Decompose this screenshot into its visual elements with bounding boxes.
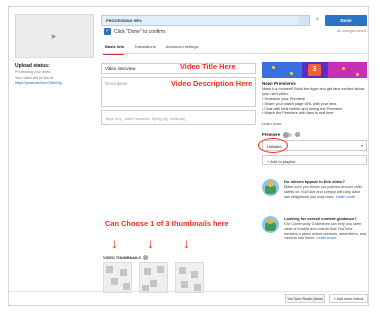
tab-advanced-settings[interactable]: Advanced settings (166, 42, 209, 54)
learn-more-link[interactable]: Learn more (317, 236, 336, 240)
add-to-playlist-button[interactable]: + Add to playlist (262, 155, 367, 165)
premiere-label: Premiere (262, 132, 280, 137)
annotation-description: Video Description Here (171, 79, 253, 88)
processing-status: PROCESSING 95% (106, 18, 142, 23)
saved-status: All changes saved. (336, 29, 367, 33)
thumbnail-option-2[interactable] (139, 262, 168, 293)
tab-translations[interactable]: Translations (134, 42, 166, 54)
banner-dot (356, 73, 359, 76)
premieres-title: New! Premieres (262, 81, 296, 86)
arrow-down-icon: ↓ (111, 235, 118, 251)
thumbnail-option-3[interactable] (175, 262, 204, 293)
annotation-title: Video Title Here (180, 62, 236, 71)
annotation-circle (258, 138, 288, 153)
video-preview: ▶ (15, 14, 94, 58)
processing-bar: PROCESSING 95% (101, 15, 310, 26)
help-icon[interactable]: ? (294, 132, 300, 137)
upload-status: Upload status: Processing your video. Yo… (15, 63, 95, 86)
play-icon: ▶ (51, 33, 57, 40)
add-more-videos-button[interactable]: + Add more videos (329, 294, 368, 303)
premieres-list: Schedule your Premiere Share your watch … (262, 97, 367, 116)
learn-more-link[interactable]: Learn more (336, 195, 355, 199)
arrow-down-icon: ↓ (183, 235, 190, 251)
help-icon[interactable]: ? (142, 255, 148, 260)
footer-divider (9, 291, 368, 292)
guidance-illustration-icon (262, 216, 279, 233)
thumbnail-option-1[interactable] (103, 262, 132, 293)
video-thumbnails-label: VIDEO THUMBNAILS (103, 255, 141, 260)
confirm-hint-text: Click "Done" to confirm. (114, 28, 167, 35)
checkmark-icon: ✓ (104, 28, 111, 35)
upload-status-text: Processing your video. (15, 70, 52, 74)
premieres-intro: Make it a moment! Build the hype and get… (262, 87, 364, 96)
premieres-banner: 3 (262, 62, 367, 78)
title-value: Video interview (105, 66, 136, 71)
arrow-down-icon: ↓ (147, 235, 154, 251)
banner-decoration (328, 62, 367, 78)
premieres-learn-more-link[interactable]: Learn more (262, 122, 281, 126)
youtube-studio-button[interactable]: YouTube Studio (beta) (285, 294, 325, 303)
banner-dot (272, 66, 275, 69)
tab-bar: Basic info Translations Advanced setting… (101, 42, 367, 55)
premieres-badge: 3 (308, 64, 321, 76)
tab-basic-info[interactable]: Basic info (101, 42, 134, 55)
banner-dot (290, 72, 293, 75)
premiere-setting: Premiere ? (262, 131, 300, 138)
add-to-playlist-label: + Add to playlist (267, 158, 296, 164)
tags-placeholder: Tags (e.g., albert einstein, flying pig,… (105, 116, 186, 121)
banner-dot (342, 67, 345, 70)
thumbnail-options (103, 262, 204, 293)
minors-illustration-icon (262, 179, 279, 196)
premiere-toggle[interactable] (282, 131, 292, 138)
tags-input[interactable]: Tags (e.g., albert einstein, flying pig,… (101, 110, 256, 125)
video-url-link[interactable]: https://youtu.be/xxxx7WnKhg (15, 81, 95, 86)
chevron-down-icon: ▾ (360, 143, 363, 148)
upload-status-title: Upload status: (15, 63, 50, 69)
confirm-hint: ✓ Click "Done" to confirm. (104, 28, 166, 35)
list-item: Watch the Premiere with fans in real tim… (262, 111, 367, 116)
annotation-thumbnails: Can Choose 1 of 3 thumbnails here (105, 219, 229, 228)
done-button[interactable]: Done (325, 15, 367, 26)
info-title: Do minors appear in this video? (284, 179, 345, 184)
info-title: Looking for overall content guidance? (284, 216, 357, 221)
description-placeholder: Description (105, 81, 128, 86)
banner-decoration (262, 62, 302, 78)
close-icon[interactable]: × (313, 16, 322, 25)
video-thumbnails-header: VIDEO THUMBNAILS ? (103, 255, 148, 260)
